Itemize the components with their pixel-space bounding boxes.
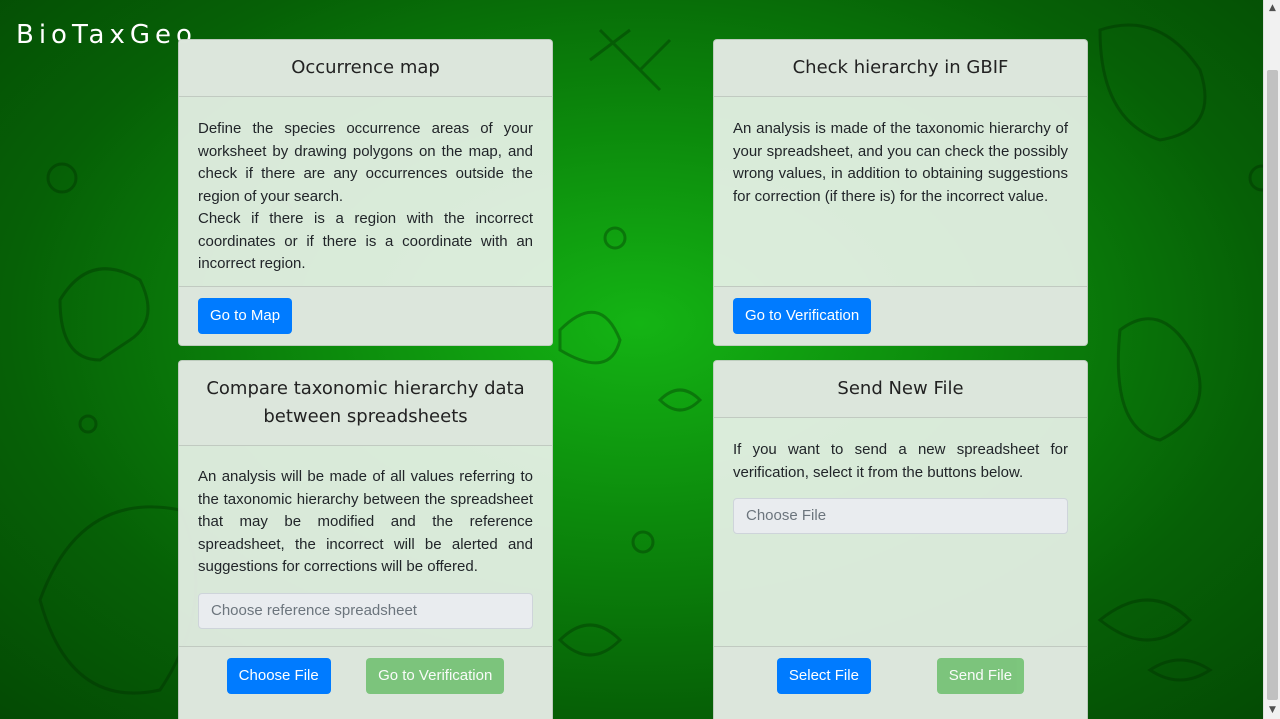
new-file-input[interactable]: Choose File [733,498,1068,534]
reference-spreadsheet-file-input[interactable]: Choose reference spreadsheet [198,592,533,629]
brand-logo: BioTaxGeo [16,20,197,50]
card-title: Check hierarchy in GBIF [714,40,1087,97]
card-description: An analysis is made of the taxonomic hie… [714,97,1087,286]
card-title: Send New File [714,361,1087,418]
choose-file-button[interactable]: Choose File [226,658,331,694]
card-description: Define the species occurrence areas of y… [179,97,552,286]
description-paragraph: Define the species occurrence areas of y… [198,120,533,205]
description-paragraph: An analysis is made of the taxonomic hie… [733,120,1068,205]
send-file-button[interactable]: Send File [936,658,1025,694]
description-paragraph: If you want to send a new spreadsheet fo… [733,441,1068,481]
scrollbar-thumb[interactable] [1267,70,1278,700]
select-file-button[interactable]: Select File [776,658,871,694]
vertical-scrollbar[interactable]: ▲ ▼ [1263,0,1280,719]
scroll-down-icon[interactable]: ▼ [1264,702,1280,719]
go-to-verification-button[interactable]: Go to Verification [366,658,505,694]
scroll-up-icon[interactable]: ▲ [1264,0,1280,17]
compare-spreadsheets-card: Compare taxonomic hierarchy data between… [178,360,553,719]
card-footer: Go to Verification [714,286,1087,345]
gbif-check-card: Check hierarchy in GBIF An analysis is m… [713,39,1088,346]
card-title: Compare taxonomic hierarchy data between… [179,361,552,446]
card-description: If you want to send a new spreadsheet fo… [714,418,1087,646]
go-to-map-button[interactable]: Go to Map [198,298,293,334]
card-description: An analysis will be made of all values r… [179,446,552,646]
description-paragraph: An analysis will be made of all values r… [198,468,533,575]
card-footer: Choose File Go to Verification [179,646,552,719]
occurrence-map-card: Occurrence map Define the species occurr… [178,39,553,346]
go-to-verification-button[interactable]: Go to Verification [733,298,872,334]
description-paragraph: Check if there is a region with the inco… [198,210,533,272]
card-footer: Go to Map [179,286,552,345]
card-footer: Select File Send File [714,646,1087,719]
card-title: Occurrence map [179,40,552,97]
send-new-file-card: Send New File If you want to send a new … [713,360,1088,719]
